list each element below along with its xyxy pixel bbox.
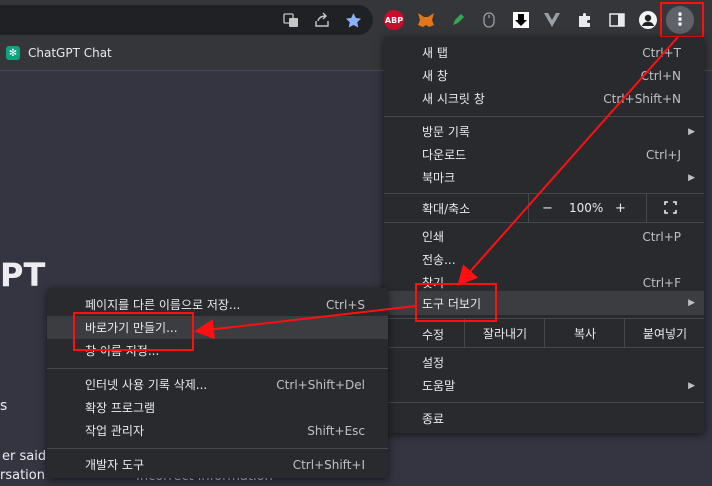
annotation-arrow: [457, 36, 679, 286]
annotation-arrows: [194, 36, 679, 340]
annotation-arrow: [194, 305, 417, 340]
